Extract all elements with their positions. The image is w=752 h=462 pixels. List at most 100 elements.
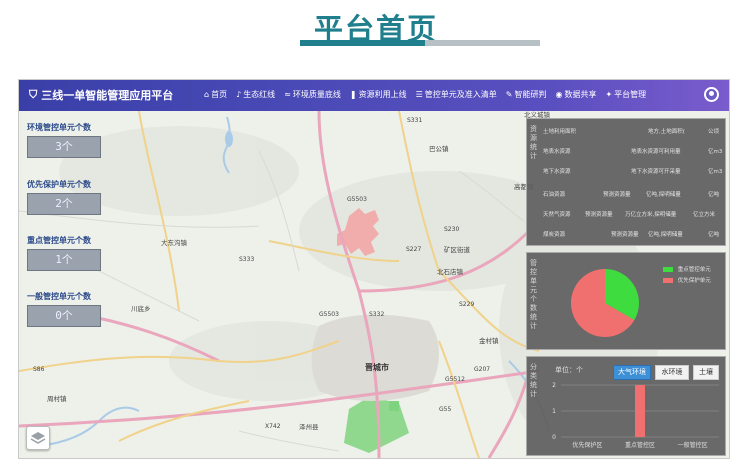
nav-item-label: 管控单元及准入清单 (424, 90, 497, 99)
x-tick-label: 优先保护区 (572, 441, 602, 449)
tab-water[interactable]: 水环境 (655, 365, 689, 380)
x-tick-label: 重点管控区 (625, 441, 655, 449)
svg-text:川底乡: 川底乡 (131, 304, 151, 313)
svg-text:S230: S230 (444, 226, 459, 233)
resource-name: 煤炭资源 (543, 232, 566, 238)
nav-item-label: 生态红线 (243, 90, 276, 99)
chart-unit-label: 单位：个 (555, 366, 583, 374)
resource-desc: 万亿立方米,探明储量 (625, 212, 677, 218)
user-avatar[interactable] (704, 87, 719, 102)
y-tick-label: 1 (552, 408, 556, 415)
nav-item-resource-limit[interactable]: ❚ 资源利用上线 (350, 89, 407, 100)
gear-icon: ✦ (605, 90, 613, 99)
resource-unit: 亿m3 (708, 149, 723, 155)
resource-unit: 亿m3 (708, 169, 723, 175)
category-stats-panel: 分类统计 单位：个 大气环境 水环境 土壤 0 1 2 优先保护区 重点管控区 一般管控区 (526, 356, 726, 456)
svg-text:矿区街道: 矿区街道 (444, 245, 471, 254)
nav-item-label: 环境质量底线 (292, 90, 341, 99)
svg-text:S331: S331 (407, 117, 422, 124)
map-city-label: 晋城市 (365, 362, 389, 372)
pie-legend-key: 重点管控单元 (663, 265, 711, 273)
resource-name: 石油资源 (543, 192, 566, 198)
app-name: 三线一单智能管理应用平台 (41, 89, 174, 102)
resource-unit: 亿立方米 (693, 212, 716, 218)
nav-item-label: 首页 (211, 90, 228, 99)
counter-key-units: 重点管控单元个数 1个 (27, 235, 107, 271)
resource-stats-panel: 资源统计 土地利用面积 地方,土地面积( 公顷 地表水资源 地表水资源可利用量 … (526, 118, 726, 246)
resource-desc: 地表水资源可利用量 (631, 149, 681, 155)
unit-count-panel: 管控单元个数统计 重点管控单元 优先保护单元 (526, 252, 726, 350)
nav-item-label: 智能研判 (514, 90, 547, 99)
svg-text:泽州县: 泽州县 (299, 423, 319, 431)
nav-item-home[interactable]: ⌂ 首页 (204, 89, 227, 100)
panel-title: 资源统计 (530, 125, 537, 160)
title-underline (300, 40, 540, 46)
legend-swatch (663, 278, 673, 283)
bar-1 (635, 385, 645, 437)
svg-text:G55: G55 (439, 406, 451, 413)
svg-text:金村镇: 金村镇 (479, 336, 499, 345)
svg-text:S86: S86 (33, 366, 45, 373)
tab-soil[interactable]: 土壤 (693, 365, 719, 380)
nav-item-platform-admin[interactable]: ✦ 平台管理 (605, 89, 646, 100)
nav-item-label: 资源利用上线 (358, 90, 407, 99)
counter-label: 重点管控单元个数 (27, 236, 91, 245)
layers-button[interactable] (26, 426, 50, 450)
category-bar-chart: 0 1 2 优先保护区 重点管控区 一般管控区 (552, 382, 719, 449)
svg-text:周村镇: 周村镇 (47, 394, 67, 403)
pie-legend-priority: 优先保护单元 (663, 276, 711, 284)
tool-icon: ✎ (505, 90, 513, 99)
resource-row: 地下水资源 地下水资源可开采量 亿m3 (543, 167, 722, 175)
svg-text:北石店镇: 北石店镇 (437, 267, 464, 276)
nav-item-ecology-redline[interactable]: ♪ 生态红线 (236, 89, 275, 100)
x-tick-label: 一般管控区 (678, 441, 708, 449)
globe-icon: ◉ (555, 90, 563, 99)
resource-row: 天然气资源 预测资源量 万亿立方米,探明储量 亿立方米 (543, 210, 715, 218)
svg-text:G207: G207 (474, 366, 490, 373)
svg-text:G5503: G5503 (347, 196, 367, 203)
y-tick-label: 2 (552, 382, 556, 389)
home-icon: ⌂ (204, 90, 210, 99)
nav-menu: ⌂ 首页 ♪ 生态红线 ≈ 环境质量底线 ❚ 资源利用上线 ☰ 管控单元及准入清… (204, 89, 646, 100)
counter-value: 0个 (27, 305, 101, 327)
counter-label: 环境管控单元个数 (27, 123, 91, 132)
app-brand[interactable]: ⛉ 三线一单智能管理应用平台 (29, 87, 173, 103)
resource-forecast: 预测资源量 (611, 232, 639, 238)
wave-icon: ≈ (284, 90, 291, 99)
counter-value: 1个 (27, 249, 101, 271)
resource-desc: 亿吨,探明储量 (648, 232, 683, 238)
svg-text:S333: S333 (239, 256, 254, 263)
resource-name: 天然气资源 (543, 212, 571, 218)
tab-air[interactable]: 大气环境 (613, 365, 651, 380)
resource-name: 地表水资源 (543, 149, 571, 155)
layers-icon (30, 432, 46, 444)
svg-text:大东沟镇: 大东沟镇 (161, 238, 188, 247)
nav-item-control-units[interactable]: ☰ 管控单元及准入清单 (416, 89, 497, 100)
panel-title: 管控单元个数统计 (530, 259, 537, 330)
svg-text:G5512: G5512 (445, 376, 465, 383)
top-navbar: ⛉ 三线一单智能管理应用平台 ⌂ 首页 ♪ 生态红线 ≈ 环境质量底线 ❚ 资源… (19, 80, 729, 111)
drop-icon: ❚ (349, 90, 357, 99)
nav-item-smart-analysis[interactable]: ✎ 智能研判 (506, 89, 547, 100)
nav-item-env-quality[interactable]: ≈ 环境质量底线 (284, 89, 341, 100)
nav-item-data-share[interactable]: ◉ 数据共享 (555, 89, 596, 100)
nav-item-label: 数据共享 (564, 90, 597, 99)
resource-row: 煤炭资源 预测资源量 亿吨,探明储量 亿吨 (543, 230, 719, 238)
counter-value: 3个 (27, 136, 101, 158)
list-icon: ☰ (415, 90, 423, 99)
resource-desc: 地方,土地面积( (648, 129, 685, 135)
svg-text:S229: S229 (459, 301, 474, 308)
svg-text:G5503: G5503 (319, 311, 339, 318)
resource-forecast: 预测资源量 (585, 212, 613, 218)
svg-text:巴公镇: 巴公镇 (429, 144, 449, 153)
counter-priority-units: 优先保护单元个数 2个 (27, 179, 107, 215)
unit-pie-chart (570, 268, 639, 337)
shield-logo-icon: ⛉ (29, 88, 38, 101)
counter-value: 2个 (27, 193, 101, 215)
resource-forecast: 预测资源量 (603, 192, 631, 198)
resource-name: 地下水资源 (543, 169, 571, 175)
app-screenshot: S86 G5503 S332 S230 G55 S227 S229 G5512 … (18, 79, 730, 459)
legend-label: 重点管控单元 (677, 267, 711, 273)
legend-swatch (663, 267, 673, 272)
counter-general-units: 一般管控单元个数 0个 (27, 291, 107, 327)
